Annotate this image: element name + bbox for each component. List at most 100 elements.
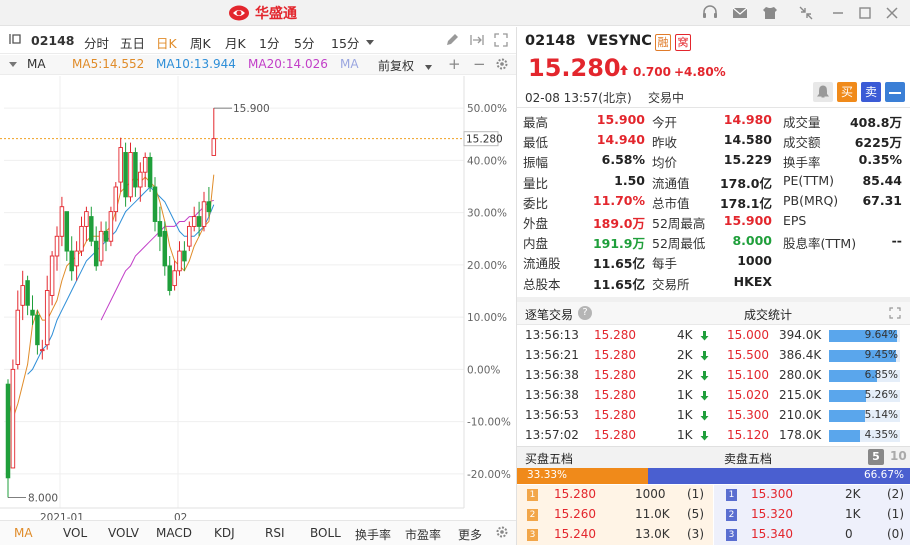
indicator-tab-macd[interactable]: MACD xyxy=(156,526,192,540)
indicator-tab-kdj[interactable]: KDJ xyxy=(214,526,235,540)
adjust-select[interactable]: 前复权 xyxy=(378,57,414,74)
ask-price: 15.300 xyxy=(751,487,793,501)
candle-body xyxy=(5,383,11,479)
candle-body xyxy=(206,201,212,213)
period-tab-month[interactable]: 月K xyxy=(225,33,246,52)
candle-body xyxy=(152,186,158,222)
quote-value: 0.35% xyxy=(858,152,902,168)
trade-volume: 1K xyxy=(677,388,693,402)
period-tab-1min[interactable]: 1分 xyxy=(259,33,279,52)
indicator-tab-vol[interactable]: VOL xyxy=(63,526,87,540)
remove-indicator-icon[interactable]: − xyxy=(473,55,486,73)
settings-gear-icon[interactable] xyxy=(495,57,509,74)
alert-bell-icon[interactable] xyxy=(813,82,833,102)
ma-label[interactable]: MA xyxy=(27,57,46,71)
trade-price: 15.280 xyxy=(594,428,636,442)
trade-price: 15.280 xyxy=(594,328,636,342)
quote-label: EPS xyxy=(783,213,807,228)
shrink-icon[interactable] xyxy=(796,3,816,23)
indicator-tabs: MA VOL VOLV MACD KDJ RSI BOLL 换手率 市盈率 更多 xyxy=(0,520,516,545)
period-tab-day[interactable]: 日K xyxy=(156,33,177,52)
market-status: 交易中 xyxy=(648,91,685,105)
quote-label: 股息率(TTM) xyxy=(783,236,857,252)
bid-row-bg xyxy=(517,505,713,525)
panel-toggle-icon[interactable] xyxy=(8,32,22,49)
expand-trades-icon[interactable] xyxy=(889,307,901,322)
chart-svg[interactable]: 50.00% 40.00% 30.00% 20.00% 10.00% 0.00% -10.0… xyxy=(0,76,516,520)
maximize-icon[interactable] xyxy=(855,3,875,23)
candle-body xyxy=(74,250,79,267)
ma10-value: MA10:13.944 xyxy=(156,57,236,71)
stat-pct: 5.26% xyxy=(864,389,898,401)
quote-label: 均价 xyxy=(652,155,678,171)
sell-button[interactable]: 卖 xyxy=(861,82,881,102)
indicator-tab-ma[interactable]: MA xyxy=(14,526,33,540)
quote-label: 52周最高 xyxy=(652,216,706,231)
buy-button[interactable]: 买 xyxy=(837,82,857,102)
close-icon[interactable] xyxy=(882,3,902,23)
candle-body xyxy=(64,211,70,252)
candle-body xyxy=(157,221,163,237)
stat-price: 15.120 xyxy=(727,428,769,442)
skin-icon[interactable] xyxy=(760,3,780,23)
collapse-icon[interactable] xyxy=(8,58,18,72)
period-dropdown-icon[interactable] xyxy=(365,35,375,50)
depth-5-button[interactable]: 5 xyxy=(868,449,884,465)
indicator-tab-rsi[interactable]: RSI xyxy=(265,526,285,540)
trade-stats-title[interactable]: 成交统计 xyxy=(744,306,792,323)
candle-body xyxy=(25,280,30,306)
mail-icon[interactable] xyxy=(730,3,750,23)
help-icon[interactable]: ? xyxy=(578,306,592,320)
stat-bar-fill xyxy=(829,410,866,422)
ask-level: 3 xyxy=(726,529,737,541)
draw-pen-icon[interactable] xyxy=(444,32,460,51)
add-indicator-icon[interactable]: + xyxy=(448,55,461,73)
quote-value: 408.8万 xyxy=(849,115,902,130)
ask-row-bg xyxy=(714,485,910,505)
expand-icon[interactable] xyxy=(493,32,509,51)
ask-price: 15.320 xyxy=(751,507,793,521)
candle-body xyxy=(59,206,65,237)
bid-volume: 11.0K xyxy=(635,507,670,521)
price-change-pct: +4.80% xyxy=(674,65,726,79)
candlestick-chart[interactable]: 50.00% 40.00% 30.00% 20.00% 10.00% 0.00% -10.0… xyxy=(0,76,516,520)
depth-row: 1 15.280 1000 (1) 1 15.300 2K (2) xyxy=(517,485,910,505)
depth-10-button[interactable]: 10 xyxy=(890,449,907,463)
trade-row: 13:57:02 15.280 1K 15.120 178.0K 4.35% xyxy=(517,426,910,446)
period-tab-intraday[interactable]: 分时 xyxy=(84,33,109,52)
headset-icon[interactable] xyxy=(700,3,720,23)
candle-body xyxy=(15,309,21,365)
ask-level: 2 xyxy=(726,509,737,521)
trade-time: 13:56:38 xyxy=(525,388,579,402)
stat-pct: 6.85% xyxy=(864,369,898,381)
period-tab-5day[interactable]: 五日 xyxy=(120,33,145,52)
tick-trades-title[interactable]: 逐笔交易 xyxy=(525,306,573,323)
indicator-tab-turnover[interactable]: 换手率 xyxy=(355,526,391,543)
stat-price: 15.000 xyxy=(727,328,769,342)
collapse-panel-button[interactable] xyxy=(885,82,905,102)
candle-body xyxy=(211,138,217,156)
ask-count: (1) xyxy=(887,507,904,521)
stat-volume: 178.0K xyxy=(779,428,822,442)
period-tab-5min[interactable]: 5分 xyxy=(294,33,314,52)
period-tab-15min[interactable]: 15分 xyxy=(331,33,359,52)
bid-count: (5) xyxy=(687,507,704,521)
indicator-tab-boll[interactable]: BOLL xyxy=(310,526,341,540)
bid-ratio-pct: 33.33% xyxy=(527,469,568,481)
quote-label: 换手率 xyxy=(783,155,821,171)
indicator-tab-pe[interactable]: 市盈率 xyxy=(405,526,441,543)
indicator-tab-more[interactable]: 更多 xyxy=(458,526,482,543)
stat-volume: 215.0K xyxy=(779,388,822,402)
low-price-label: 8.000 xyxy=(28,493,58,505)
adjust-dropdown-icon[interactable] xyxy=(424,60,433,74)
candle-body xyxy=(118,147,123,183)
trade-row: 13:56:53 15.280 1K 15.300 210.0K 5.14% xyxy=(517,406,910,426)
candle-body xyxy=(10,368,16,469)
indicator-tab-volv[interactable]: VOLV xyxy=(108,526,139,540)
down-arrow-icon xyxy=(700,390,709,404)
minimize-icon[interactable] xyxy=(828,3,848,23)
period-tab-week[interactable]: 周K xyxy=(190,33,211,52)
y-tick-label: 0.00% xyxy=(467,364,500,376)
indicator-settings-gear-icon[interactable] xyxy=(495,525,509,542)
swap-icon[interactable] xyxy=(469,32,485,51)
